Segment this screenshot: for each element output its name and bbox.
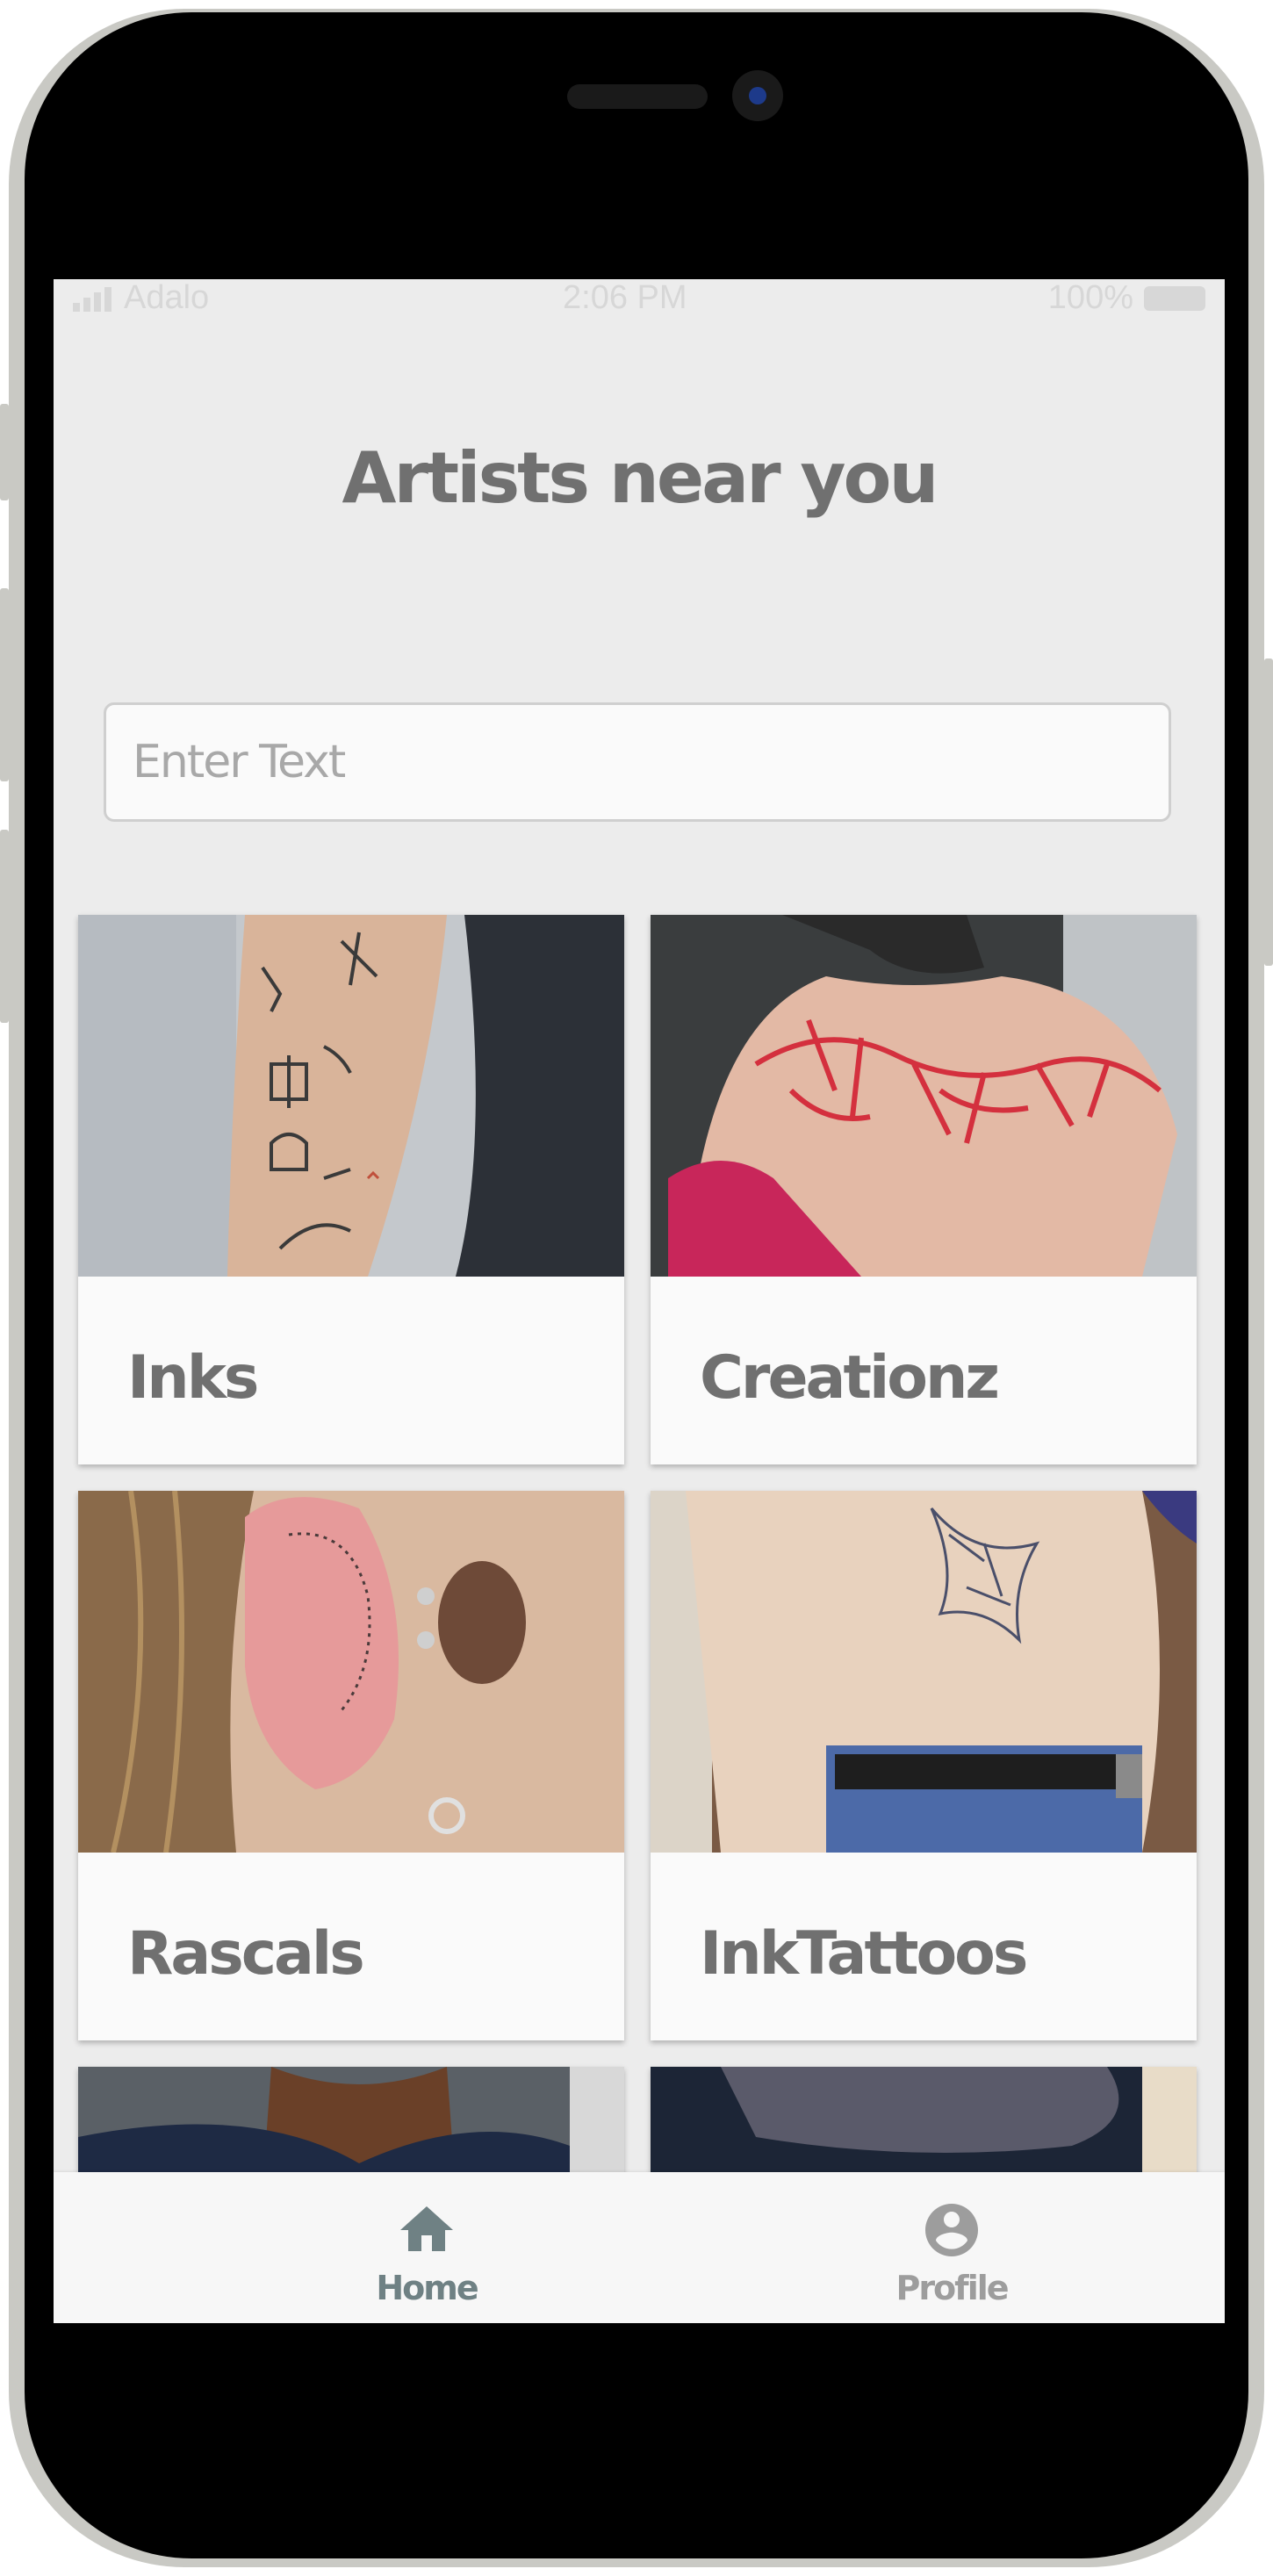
artist-photo-creationz [651,915,1197,1277]
artist-card-inktattoos[interactable]: InkTattoos [651,1491,1197,2040]
earpiece-speaker [567,84,708,109]
artist-card-rascals[interactable]: Rascals [78,1491,624,2040]
tab-profile-label: Profile [895,2269,1009,2307]
battery-percent: 100% [1047,279,1133,316]
artist-name: InkTattoos [700,1919,1028,1989]
tab-home-label: Home [376,2269,478,2307]
mute-switch [0,404,9,500]
status-right: 100% [1048,279,1205,317]
volume-down-button [0,830,9,1023]
status-time: 2:06 PM [563,279,687,316]
tab-profile[interactable]: Profile [794,2172,1110,2323]
status-bar: Adalo 2:06 PM 100% [54,279,1225,316]
status-left: Adalo [73,279,209,317]
account-circle-icon [925,2204,978,2256]
home-icon [400,2206,453,2251]
battery-icon [1144,285,1205,311]
carrier-label: Adalo [124,279,210,316]
front-camera [732,70,783,121]
artist-photo-rascals [78,1491,624,1853]
app-screen: Adalo 2:06 PM 100% Artists near you Ente… [54,279,1225,2323]
artist-photo-inks [78,915,624,1277]
artist-name: Creationz [700,1343,1000,1413]
artist-card-inks[interactable]: Inks [78,915,624,1464]
tab-home[interactable]: Home [269,2172,585,2323]
signal-icon [73,285,111,312]
artist-card-creationz[interactable]: Creationz [651,915,1197,1464]
power-button [1264,658,1273,966]
artist-photo-inktattoos [651,1491,1197,1853]
volume-up-button [0,588,9,781]
bottom-tab-bar: Home Profile [54,2172,1225,2323]
artist-name: Inks [127,1343,259,1413]
artist-name: Rascals [127,1919,365,1989]
search-input[interactable] [104,702,1171,822]
page-title: Artists near you [342,437,939,519]
